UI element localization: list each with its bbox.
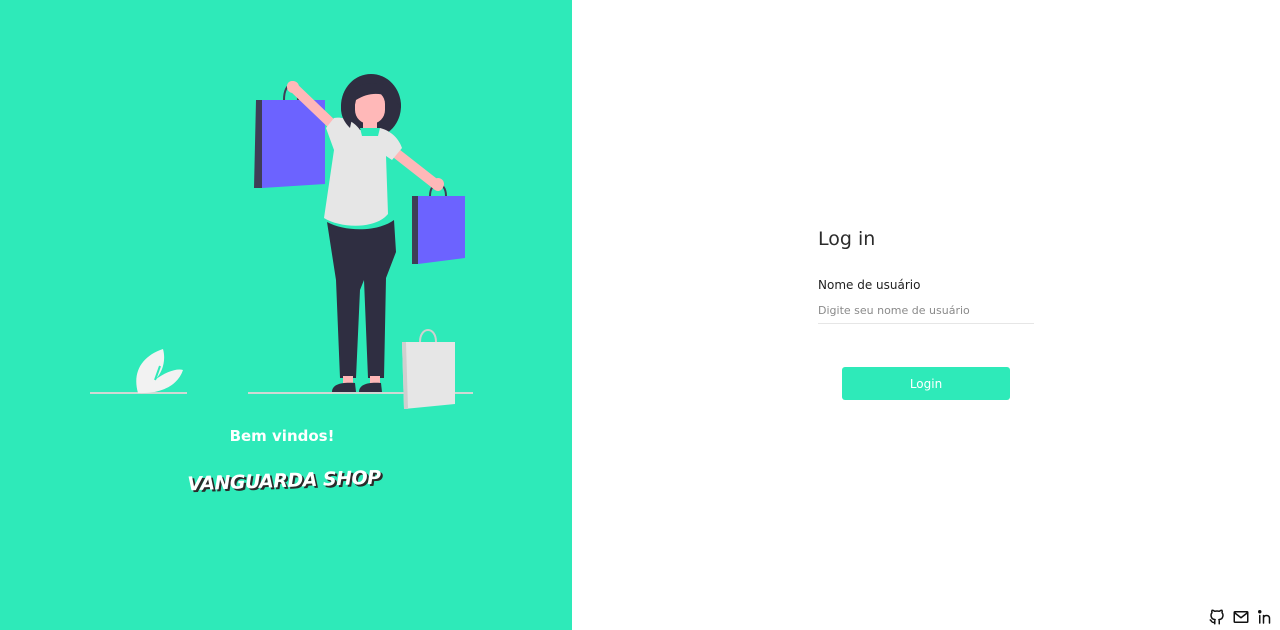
shopping-woman-illustration: [90, 74, 473, 409]
welcome-text: Bem vindos!: [229, 427, 335, 445]
login-form: Log in Nome de usuário: [818, 228, 1034, 324]
shopping-bag-right: [418, 196, 465, 264]
mail-icon[interactable]: [1232, 608, 1250, 626]
leaf-shape: [136, 349, 183, 394]
figure-pants: [327, 220, 396, 378]
username-input[interactable]: [818, 300, 1034, 324]
github-icon[interactable]: [1208, 608, 1226, 626]
social-links: [1208, 608, 1274, 626]
page-title: Log in: [818, 228, 876, 250]
hero-panel: Bem vindos! VANGUARDA SHOP: [0, 0, 572, 630]
username-label: Nome de usuário: [818, 278, 921, 292]
login-button[interactable]: Login: [842, 367, 1010, 400]
shopping-bag-ground: [402, 342, 455, 409]
linkedin-icon[interactable]: [1256, 608, 1274, 626]
